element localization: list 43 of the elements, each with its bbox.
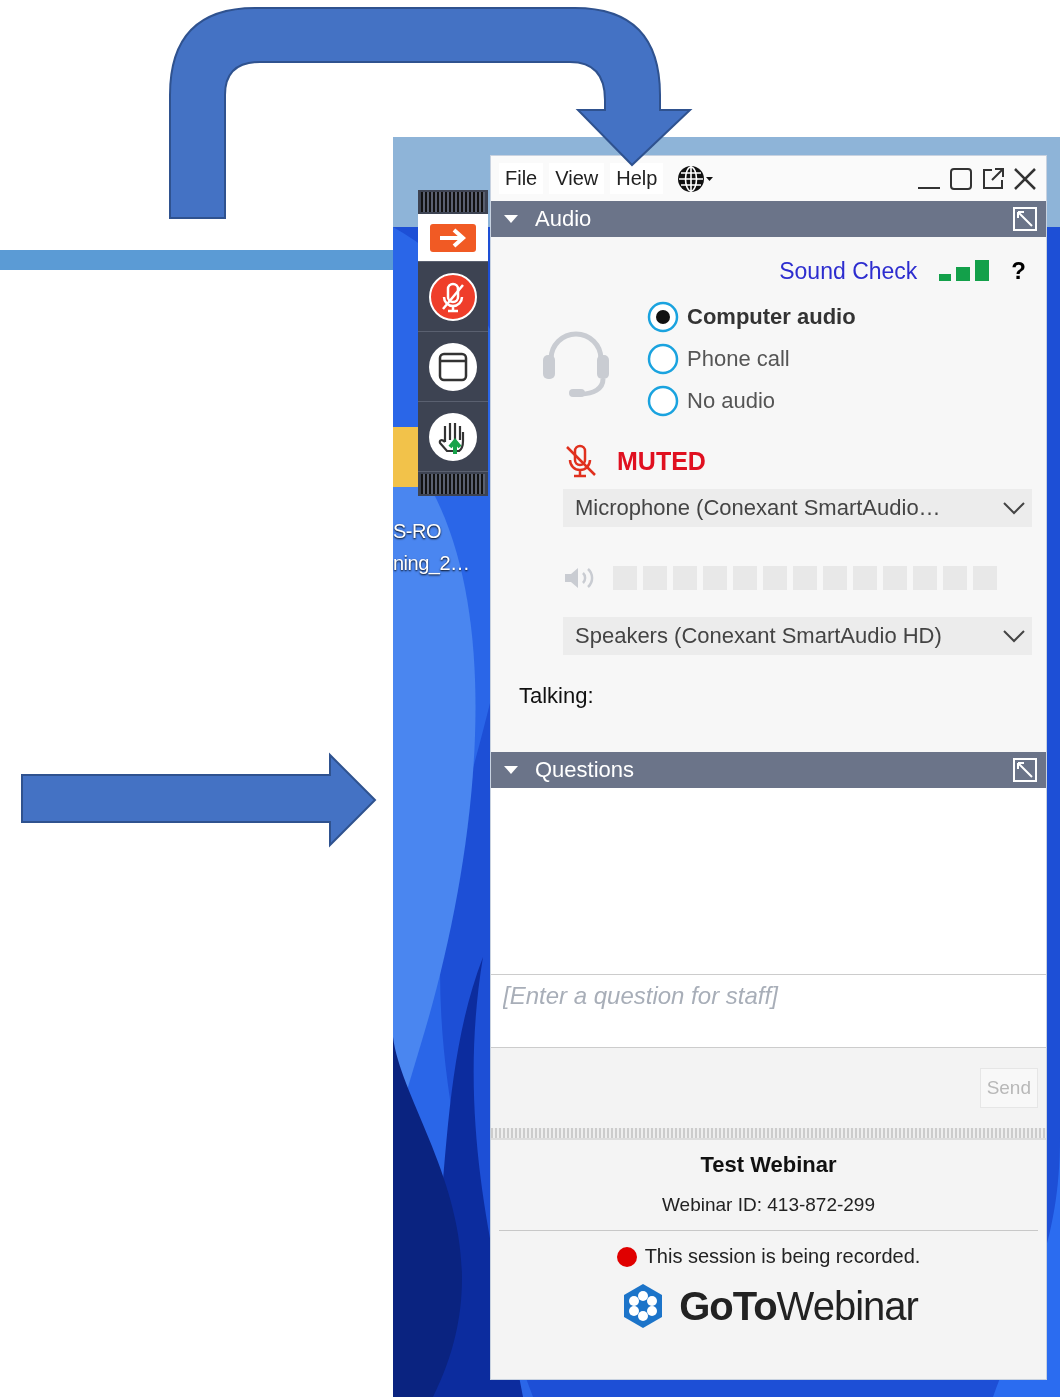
option-label: No audio	[687, 388, 776, 414]
hand-icon	[428, 411, 478, 462]
audio-option[interactable]: Phone call	[647, 343, 856, 375]
sound-check-link[interactable]: Sound Check	[779, 257, 918, 285]
toolbar-grip[interactable]	[421, 474, 485, 494]
undock-icon[interactable]	[1012, 206, 1038, 232]
questions-header[interactable]: Questions	[491, 752, 1046, 788]
questions-title: Questions	[535, 757, 636, 783]
undock-icon[interactable]	[1012, 757, 1038, 783]
menu-item[interactable]: File	[499, 163, 544, 194]
webinar-title: Test Webinar	[700, 1152, 837, 1178]
question-input[interactable]: [Enter a question for staff]	[491, 974, 1046, 1048]
window-icon	[428, 341, 478, 392]
talking-label: Talking:	[519, 683, 594, 709]
chevron-down-icon	[1002, 501, 1026, 515]
signal-bars-icon	[939, 260, 990, 282]
resize-grip[interactable]	[491, 1128, 1046, 1140]
close-icon[interactable]	[1012, 165, 1038, 192]
speakers-dropdown[interactable]: Speakers (Conexant SmartAudio HD)	[563, 617, 1032, 655]
globe-icon[interactable]	[677, 163, 714, 194]
recording-dot-icon	[616, 1246, 637, 1267]
option-label: Phone call	[687, 346, 790, 372]
maximize-icon[interactable]	[948, 165, 974, 192]
muted-microphone-icon	[429, 272, 477, 321]
collapse-button[interactable]	[418, 214, 488, 262]
toolbar-grip[interactable]	[421, 192, 485, 212]
menu-item[interactable]: View	[549, 163, 605, 194]
desktop-icon-label[interactable]: S-RO	[393, 515, 470, 547]
audio-option[interactable]: Computer audio	[647, 301, 856, 333]
option-label: Computer audio	[687, 304, 856, 330]
logo-wordmark: GoToWebinar	[679, 1283, 918, 1329]
microphone-dropdown[interactable]: Microphone (Conexant SmartAudio…	[563, 489, 1032, 527]
chevron-down-icon	[1002, 629, 1026, 643]
desktop-icon-label[interactable]: ning_2…	[393, 547, 470, 579]
webinar-id: Webinar ID: 413-872-299	[662, 1194, 875, 1216]
pop-out-icon[interactable]	[980, 165, 1006, 192]
menu-item[interactable]: Help	[610, 163, 664, 194]
audio-header[interactable]: Audio	[491, 201, 1046, 237]
audio-title: Audio	[535, 206, 593, 232]
mute-status: MUTED	[617, 446, 706, 476]
recording-notice: This session is being recorded.	[644, 1245, 921, 1268]
help-link[interactable]: ?	[1011, 257, 1026, 285]
audio-option[interactable]: No audio	[647, 385, 856, 417]
